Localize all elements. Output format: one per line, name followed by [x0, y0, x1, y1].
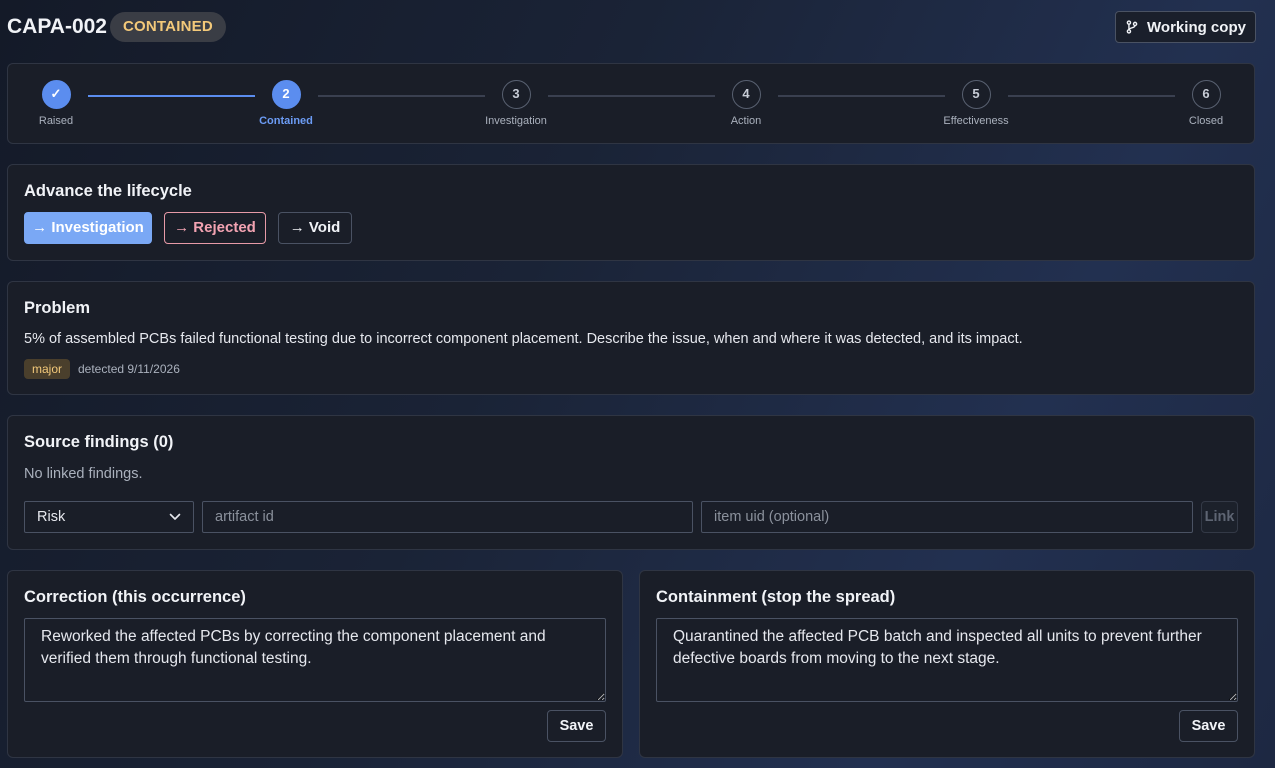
finding-type-value: Risk [37, 509, 66, 525]
lifecycle-title: Advance the lifecycle [24, 182, 192, 200]
detected-date: detected 9/11/2026 [78, 362, 180, 376]
chevron-down-icon [169, 513, 181, 520]
status-badge: CONTAINED [110, 12, 226, 42]
stepper-connector [778, 95, 945, 97]
link-button[interactable]: Link [1201, 501, 1238, 533]
step-label: Effectiveness [943, 115, 1009, 127]
step-circle: 6 [1191, 80, 1221, 109]
step-label: Action [730, 115, 762, 127]
containment-title: Containment (stop the spread) [656, 588, 896, 606]
step-raised: ✓ Raised [16, 80, 96, 127]
correction-save-button[interactable]: Save [547, 710, 606, 742]
advance-void-button[interactable]: → Void [278, 212, 352, 244]
step-contained: 2 Contained [246, 80, 326, 127]
working-copy-label: Working copy [1147, 18, 1246, 36]
problem-description: 5% of assembled PCBs failed functional t… [24, 331, 1023, 347]
step-label: Closed [1188, 115, 1224, 127]
source-findings-card: Source findings (0) No linked findings. … [7, 415, 1255, 550]
stepper-connector [548, 95, 715, 97]
step-effectiveness: 5 Effectiveness [936, 80, 1016, 127]
step-circle: 2 [271, 80, 301, 109]
step-label: Contained [259, 115, 313, 127]
containment-card: Containment (stop the spread) Quarantine… [639, 570, 1255, 758]
correction-card: Correction (this occurrence) Reworked th… [7, 570, 623, 758]
no-findings-note: No linked findings. [24, 466, 143, 482]
correction-title: Correction (this occurrence) [24, 588, 246, 606]
page-title: CAPA-002 [7, 15, 107, 38]
stepper-connector [88, 95, 255, 97]
step-investigation: 3 Investigation [476, 80, 556, 127]
stepper-connector [318, 95, 485, 97]
step-closed: 6 Closed [1166, 80, 1246, 127]
step-circle: ✓ [41, 80, 71, 109]
step-circle: 5 [961, 80, 991, 109]
page-header: CAPA-002 CONTAINED Working copy [7, 11, 1256, 43]
step-circle: 3 [501, 80, 531, 109]
findings-title: Source findings (0) [24, 433, 174, 451]
problem-title: Problem [24, 299, 91, 317]
working-copy-button[interactable]: Working copy [1115, 11, 1256, 43]
severity-badge: major [24, 359, 71, 379]
git-branch-icon [1126, 20, 1138, 34]
containment-textarea[interactable]: Quarantined the affected PCB batch and i… [656, 618, 1238, 702]
step-circle: 4 [731, 80, 761, 109]
advance-rejected-button[interactable]: → Rejected [164, 212, 266, 244]
step-action: 4 Action [706, 80, 786, 127]
stepper-connector [1008, 95, 1175, 97]
problem-card: Problem 5% of assembled PCBs failed func… [7, 281, 1255, 395]
correction-textarea[interactable]: Reworked the affected PCBs by correcting… [24, 618, 606, 702]
capa-page: CAPA-002 CONTAINED Working copy ✓ Raised… [0, 0, 1275, 768]
item-uid-input[interactable] [701, 501, 1193, 533]
containment-save-button[interactable]: Save [1179, 710, 1238, 742]
step-label: Raised [38, 115, 74, 127]
lifecycle-stepper: ✓ Raised 2 Contained 3 Investigation 4 A… [7, 63, 1255, 144]
finding-type-select[interactable]: Risk [24, 501, 194, 533]
artifact-id-input[interactable] [202, 501, 693, 533]
step-label: Investigation [485, 115, 547, 127]
advance-investigation-button[interactable]: → Investigation [24, 212, 152, 244]
lifecycle-card: Advance the lifecycle → Investigation → … [7, 164, 1255, 261]
